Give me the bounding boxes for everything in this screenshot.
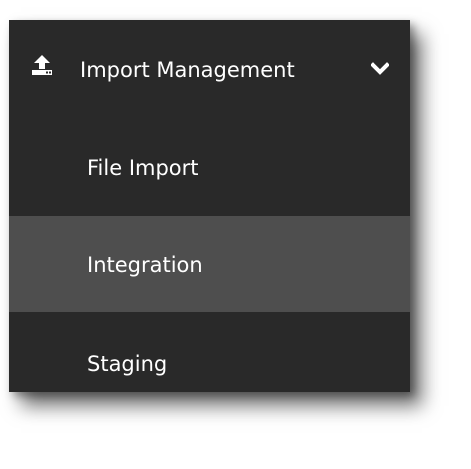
- menu-item-label: File Import: [87, 156, 199, 180]
- import-management-label: Import Management: [80, 58, 295, 82]
- menu-item-integration[interactable]: Integration: [9, 216, 410, 312]
- menu-item-label: Staging: [87, 352, 168, 376]
- import-management-header[interactable]: Import Management: [9, 20, 410, 120]
- chevron-down-icon[interactable]: [370, 61, 390, 75]
- import-management-menu: Import Management File Import Integratio…: [9, 20, 410, 392]
- menu-item-staging[interactable]: Staging: [9, 312, 410, 408]
- menu-item-file-import[interactable]: File Import: [9, 120, 410, 216]
- menu-item-label: Integration: [87, 253, 203, 277]
- upload-icon: [31, 54, 53, 76]
